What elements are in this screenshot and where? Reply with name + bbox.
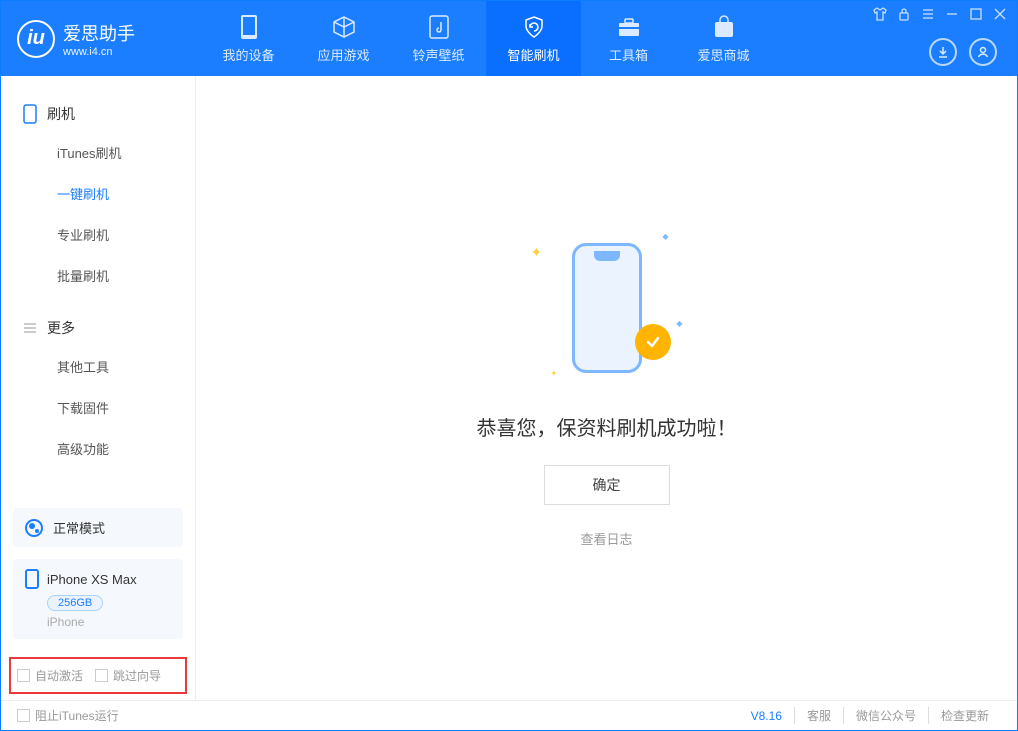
shirt-icon[interactable]	[873, 7, 887, 26]
checkbox-skip-guide[interactable]: 跳过向导	[95, 667, 161, 684]
sidebar-group-more: 更多	[1, 310, 195, 346]
window-controls	[873, 7, 1007, 26]
minimize-icon[interactable]	[945, 7, 959, 26]
user-button[interactable]	[969, 38, 997, 66]
sidebar-item-itunes[interactable]: iTunes刷机	[1, 132, 195, 173]
mode-icon	[25, 519, 43, 537]
tab-my-device[interactable]: 我的设备	[201, 1, 296, 76]
footer-link-wechat[interactable]: 微信公众号	[843, 707, 928, 724]
phone-icon	[236, 14, 262, 40]
menu-icon[interactable]	[921, 7, 935, 26]
sidebar-group-flash: 刷机	[1, 96, 195, 132]
tab-label: 我的设备	[222, 45, 274, 64]
checkbox-icon	[17, 669, 30, 682]
ok-button[interactable]: 确定	[544, 465, 670, 505]
check-circle-icon	[635, 324, 671, 360]
group-label: 刷机	[47, 104, 75, 124]
group-label: 更多	[47, 318, 75, 338]
bag-icon	[711, 14, 737, 40]
tab-toolbox[interactable]: 工具箱	[581, 1, 676, 76]
header-bar: iu 爱思助手 www.i4.cn 我的设备 应用游戏 铃声壁纸 智能刷机 工具…	[1, 1, 1017, 76]
tab-label: 爱思商城	[697, 45, 749, 64]
checkbox-label: 跳过向导	[113, 667, 161, 684]
nav-tabs: 我的设备 应用游戏 铃声壁纸 智能刷机 工具箱 爱思商城	[201, 1, 771, 76]
phone-illustration	[572, 243, 642, 373]
maximize-icon[interactable]	[969, 7, 983, 26]
cube-icon	[331, 14, 357, 40]
tab-flash[interactable]: 智能刷机	[486, 1, 581, 76]
success-message: 恭喜您，保资料刷机成功啦！	[477, 412, 737, 441]
close-icon[interactable]	[993, 7, 1007, 26]
sparkle-icon: ✦	[531, 244, 543, 261]
checkbox-block-itunes[interactable]: 阻止iTunes运行	[17, 707, 119, 724]
phone-outline-icon	[23, 104, 37, 124]
sidebar-item-firmware[interactable]: 下载固件	[1, 387, 195, 428]
tab-label: 应用游戏	[317, 45, 369, 64]
sparkle-icon: ◆	[662, 232, 668, 241]
footer-link-update[interactable]: 检查更新	[928, 707, 1001, 724]
sidebar-item-oneclick[interactable]: 一键刷机	[1, 173, 195, 214]
success-illustration: ✦ ◆ ✦ ◆	[537, 228, 677, 388]
footer-link-support[interactable]: 客服	[794, 707, 843, 724]
header-actions	[929, 38, 997, 66]
app-url: www.i4.cn	[63, 46, 135, 58]
tab-label: 工具箱	[609, 45, 648, 64]
device-card[interactable]: iPhone XS Max 256GB iPhone	[13, 559, 183, 639]
tab-store[interactable]: 爱思商城	[676, 1, 771, 76]
download-button[interactable]	[929, 38, 957, 66]
checkbox-icon	[17, 709, 30, 722]
device-icon	[25, 569, 39, 589]
checkbox-auto-activate[interactable]: 自动激活	[17, 667, 83, 684]
version-label: V8.16	[751, 709, 782, 723]
device-type: iPhone	[47, 615, 171, 629]
sidebar-item-advanced[interactable]: 高级功能	[1, 428, 195, 469]
lock-icon[interactable]	[897, 7, 911, 26]
footer-bar: 阻止iTunes运行 V8.16 客服 微信公众号 检查更新	[1, 700, 1017, 730]
mode-card[interactable]: 正常模式	[13, 508, 183, 547]
tab-label: 智能刷机	[507, 45, 559, 64]
list-icon	[23, 321, 37, 335]
device-name: iPhone XS Max	[47, 572, 137, 587]
mode-label: 正常模式	[53, 518, 105, 537]
refresh-shield-icon	[521, 14, 547, 40]
tab-label: 铃声壁纸	[412, 45, 464, 64]
checkbox-label: 自动激活	[35, 667, 83, 684]
logo-icon: iu	[17, 20, 55, 58]
checkbox-icon	[95, 669, 108, 682]
toolbox-icon	[616, 14, 642, 40]
tab-ringtones[interactable]: 铃声壁纸	[391, 1, 486, 76]
checkbox-label: 阻止iTunes运行	[35, 707, 119, 724]
app-logo: iu 爱思助手 www.i4.cn	[1, 1, 201, 76]
sparkle-icon: ◆	[676, 319, 682, 328]
sidebar-item-batch[interactable]: 批量刷机	[1, 255, 195, 296]
tab-apps[interactable]: 应用游戏	[296, 1, 391, 76]
view-log-link[interactable]: 查看日志	[580, 529, 632, 548]
sidebar-item-pro[interactable]: 专业刷机	[1, 214, 195, 255]
highlight-options: 自动激活 跳过向导	[9, 657, 187, 694]
app-title: 爱思助手	[63, 20, 135, 46]
main-content: ✦ ◆ ✦ ◆ 恭喜您，保资料刷机成功啦！ 确定 查看日志	[196, 76, 1017, 700]
sparkle-icon: ✦	[551, 369, 558, 378]
capacity-badge: 256GB	[47, 595, 103, 611]
music-file-icon	[426, 14, 452, 40]
sidebar: 刷机 iTunes刷机 一键刷机 专业刷机 批量刷机 更多 其他工具 下载固件 …	[1, 76, 196, 700]
sidebar-item-other[interactable]: 其他工具	[1, 346, 195, 387]
